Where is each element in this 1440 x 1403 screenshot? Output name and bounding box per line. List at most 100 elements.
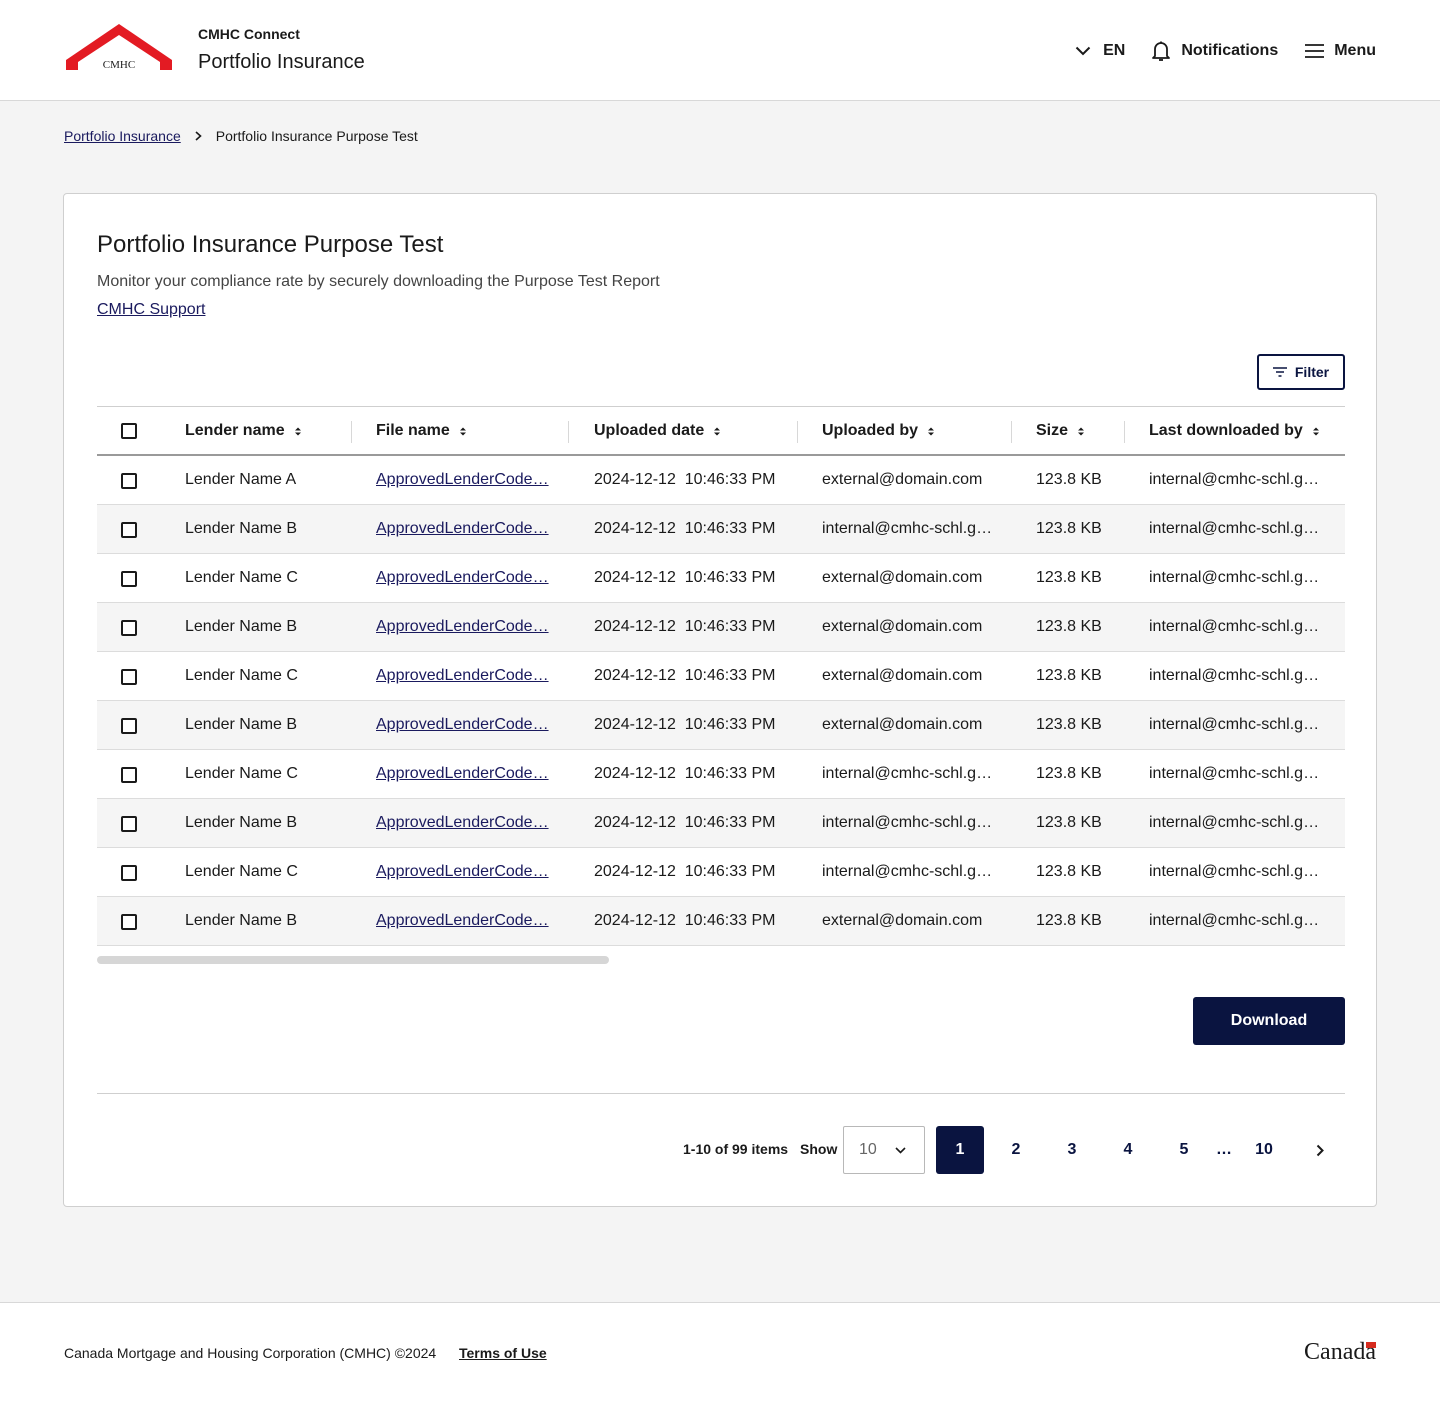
column-size[interactable]: Size — [1036, 407, 1085, 455]
last-downloaded-by-cell: internal@cmhc-schl.g… — [1149, 814, 1320, 831]
cmhc-logo[interactable]: CMHC — [64, 22, 174, 72]
sort-icon[interactable] — [459, 426, 467, 437]
sort-icon[interactable] — [1077, 426, 1085, 437]
select-all-checkbox[interactable] — [121, 423, 137, 439]
breadcrumb-parent-link[interactable]: Portfolio Insurance — [64, 128, 181, 144]
table-row: Lender Name C ApprovedLenderCode… 2024-1… — [97, 652, 1345, 701]
svg-text:CMHC: CMHC — [103, 59, 135, 71]
uploaded-date-cell: 2024-12-12 10:46:33 PM — [594, 471, 776, 488]
uploaded-by-cell: external@domain.com — [822, 912, 983, 929]
file-name-link[interactable]: ApprovedLenderCode… — [376, 618, 549, 636]
lender-name-cell: Lender Name C — [185, 667, 298, 684]
table-row: Lender Name C ApprovedLenderCode… 2024-1… — [97, 848, 1345, 897]
bell-icon — [1152, 41, 1171, 61]
page-button-1[interactable]: 1 — [936, 1126, 984, 1174]
language-label: EN — [1103, 42, 1126, 59]
column-last-downloaded-by[interactable]: Last downloaded by — [1149, 407, 1320, 455]
file-name-link[interactable]: ApprovedLenderCode… — [376, 520, 549, 538]
column-lender-name[interactable]: Lender name — [185, 407, 302, 455]
last-downloaded-by-cell: internal@cmhc-schl.g… — [1149, 520, 1320, 537]
column-uploaded-by[interactable]: Uploaded by — [822, 407, 935, 455]
row-checkbox[interactable] — [121, 620, 137, 636]
column-divider — [1124, 421, 1125, 443]
copyright: Canada Mortgage and Housing Corporation … — [64, 1345, 437, 1361]
page-size-select[interactable]: 10 — [843, 1126, 925, 1174]
page-size-value: 10 — [859, 1141, 877, 1158]
lender-name-cell: Lender Name C — [185, 765, 298, 782]
file-name-link[interactable]: ApprovedLenderCode… — [376, 667, 549, 685]
uploaded-by-cell: internal@cmhc-schl.g… — [822, 863, 993, 880]
support-link[interactable]: CMHC Support — [97, 301, 205, 319]
table-row: Lender Name B ApprovedLenderCode… 2024-1… — [97, 799, 1345, 848]
filter-label: Filter — [1294, 364, 1330, 380]
row-checkbox[interactable] — [121, 718, 137, 734]
last-downloaded-by-cell: internal@cmhc-schl.g… — [1149, 471, 1320, 488]
site-header: CMHC CMHC Connect Portfolio Insurance EN… — [0, 0, 1440, 101]
notifications-button[interactable]: Notifications — [1151, 40, 1278, 62]
lender-name-cell: Lender Name A — [185, 471, 297, 488]
uploaded-by-cell: internal@cmhc-schl.g… — [822, 814, 993, 831]
page-button-3[interactable]: 3 — [1048, 1126, 1096, 1174]
page-size-label: Show — [800, 1141, 838, 1157]
row-checkbox[interactable] — [121, 865, 137, 881]
table-row: Lender Name B ApprovedLenderCode… 2024-1… — [97, 603, 1345, 652]
column-divider — [351, 421, 352, 443]
language-selector[interactable]: EN — [1075, 42, 1125, 60]
canada-wordmark: Canadā — [1304, 1339, 1376, 1366]
app-name: CMHC Connect — [198, 26, 300, 42]
row-checkbox[interactable] — [121, 473, 137, 489]
page-button-4[interactable]: 4 — [1104, 1126, 1152, 1174]
row-checkbox[interactable] — [121, 767, 137, 783]
lender-name-cell: Lender Name B — [185, 618, 298, 635]
size-cell: 123.8 KB — [1036, 814, 1102, 831]
uploaded-by-cell: external@domain.com — [822, 716, 983, 733]
file-name-link[interactable]: ApprovedLenderCode… — [376, 863, 549, 881]
row-checkbox[interactable] — [121, 914, 137, 930]
last-downloaded-by-cell: internal@cmhc-schl.g… — [1149, 667, 1320, 684]
file-name-link[interactable]: ApprovedLenderCode… — [376, 765, 549, 783]
chevron-right-icon — [195, 131, 202, 141]
sort-icon[interactable] — [713, 426, 721, 437]
row-checkbox[interactable] — [121, 816, 137, 832]
terms-of-use-link[interactable]: Terms of Use — [459, 1345, 547, 1361]
table-header: Lender name File name Uploaded date Uplo… — [97, 406, 1345, 456]
download-button[interactable]: Download — [1193, 997, 1345, 1045]
column-label: Size — [1036, 422, 1069, 439]
last-downloaded-by-cell: internal@cmhc-schl.g… — [1149, 912, 1320, 929]
table-row: Lender Name B ApprovedLenderCode… 2024-1… — [97, 505, 1345, 554]
sort-icon[interactable] — [294, 426, 302, 437]
size-cell: 123.8 KB — [1036, 912, 1102, 929]
file-name-link[interactable]: ApprovedLenderCode… — [376, 912, 549, 930]
horizontal-scrollbar[interactable] — [97, 956, 609, 964]
uploaded-date-cell: 2024-12-12 10:46:33 PM — [594, 569, 776, 586]
last-downloaded-by-cell: internal@cmhc-schl.g… — [1149, 618, 1320, 635]
sort-icon[interactable] — [927, 426, 935, 437]
file-name-link[interactable]: ApprovedLenderCode… — [376, 569, 549, 587]
menu-button[interactable]: Menu — [1305, 42, 1376, 60]
column-file-name[interactable]: File name — [376, 407, 467, 455]
size-cell: 123.8 KB — [1036, 667, 1102, 684]
table-row: Lender Name C ApprovedLenderCode… 2024-1… — [97, 750, 1345, 799]
filter-button[interactable]: Filter — [1257, 354, 1345, 390]
sort-icon[interactable] — [1312, 426, 1320, 437]
header-actions: EN Notifications Menu — [1075, 38, 1376, 64]
lender-name-cell: Lender Name C — [185, 863, 298, 880]
row-checkbox[interactable] — [121, 571, 137, 587]
row-checkbox[interactable] — [121, 522, 137, 538]
lender-name-cell: Lender Name B — [185, 814, 298, 831]
next-page-button[interactable] — [1296, 1126, 1344, 1174]
page-button-2[interactable]: 2 — [992, 1126, 1040, 1174]
file-name-link[interactable]: ApprovedLenderCode… — [376, 716, 549, 734]
column-divider — [568, 421, 569, 443]
last-downloaded-by-cell: internal@cmhc-schl.g… — [1149, 569, 1320, 586]
row-checkbox[interactable] — [121, 669, 137, 685]
column-label: Uploaded date — [594, 422, 705, 439]
file-name-link[interactable]: ApprovedLenderCode… — [376, 471, 549, 489]
uploaded-date-cell: 2024-12-12 10:46:33 PM — [594, 520, 776, 537]
file-name-link[interactable]: ApprovedLenderCode… — [376, 814, 549, 832]
column-label: Lender name — [185, 422, 285, 439]
column-uploaded-date[interactable]: Uploaded date — [594, 407, 721, 455]
page-button-10[interactable]: 10 — [1240, 1126, 1288, 1174]
brand: CMHC Connect Portfolio Insurance — [198, 26, 365, 73]
chevron-down-icon — [1075, 46, 1091, 56]
